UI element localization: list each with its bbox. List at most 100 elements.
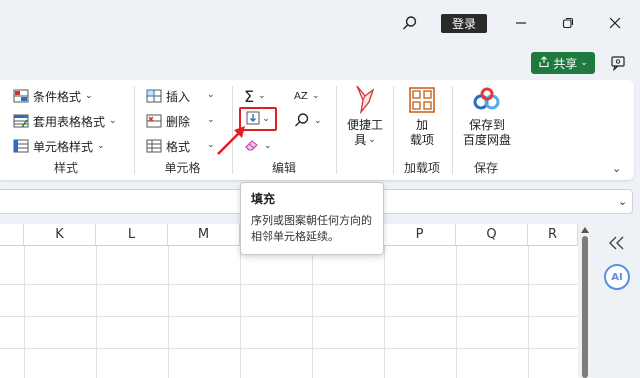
- tools-label-line1: 便捷工: [346, 118, 383, 132]
- group-divider: [134, 86, 135, 174]
- autosum-button[interactable]: Σ ⌄: [244, 86, 266, 106]
- column-header-k[interactable]: K: [24, 224, 96, 246]
- delete-cells-icon: [146, 114, 162, 128]
- group-divider: [452, 86, 453, 174]
- gridline: [456, 246, 457, 378]
- delete-button[interactable]: 删除: [146, 111, 190, 131]
- scroll-up-arrow-icon[interactable]: [580, 225, 590, 235]
- close-icon[interactable]: [604, 12, 626, 34]
- gridline: [24, 246, 25, 378]
- tooltip-body: 序列或图案朝任何方向的相邻单元格延续。: [251, 214, 372, 243]
- side-panel: AI: [596, 224, 640, 378]
- chevron-down-icon: ⌄: [262, 114, 270, 124]
- delete-label: 删除: [166, 114, 191, 129]
- login-button[interactable]: 登录: [441, 14, 487, 33]
- gridline: [312, 246, 313, 378]
- column-header-l[interactable]: L: [96, 224, 168, 246]
- scrollbar-thumb[interactable]: [582, 236, 588, 378]
- conditional-format-icon: [13, 89, 29, 103]
- addins-label-line2: 载项: [409, 133, 434, 147]
- save-group-label: 保存: [473, 161, 498, 175]
- chevron-down-icon: ⌄: [312, 91, 320, 101]
- cell-style-icon: [13, 139, 29, 153]
- chevron-down-icon: ⌄: [97, 141, 105, 151]
- format-button[interactable]: 格式: [146, 136, 190, 156]
- insert-label: 插入: [166, 89, 191, 104]
- styles-group-label: 样式: [53, 161, 78, 175]
- group-divider: [336, 86, 337, 174]
- gridline: [384, 246, 385, 378]
- addins-button[interactable]: 加 载项: [404, 86, 440, 148]
- sort-filter-icon: AZ: [294, 90, 308, 102]
- baidu-cloud-icon: [472, 86, 502, 118]
- column-header-partial[interactable]: [0, 224, 24, 246]
- cells-group-label: 单元格: [164, 161, 201, 175]
- editing-group-label: 编辑: [271, 161, 296, 175]
- conditional-format-button[interactable]: 条件格式 ⌄: [13, 86, 93, 106]
- formula-bar-expand-icon[interactable]: ⌄: [618, 195, 627, 208]
- gridline: [168, 246, 169, 378]
- gridline: [96, 246, 97, 378]
- table-format-label: 套用表格格式: [33, 114, 106, 129]
- autosum-icon: Σ: [244, 86, 255, 106]
- gridline: [0, 348, 578, 349]
- chevron-down-icon: ⌄: [258, 91, 266, 101]
- format-cells-icon: [146, 139, 162, 153]
- fill-tooltip: 填充 序列或图案朝任何方向的相邻单元格延续。: [240, 182, 384, 255]
- ribbon-collapse-chevron-icon[interactable]: ⌄: [612, 162, 621, 175]
- chevron-down-icon[interactable]: ⌄: [207, 90, 215, 100]
- comment-icon[interactable]: [607, 52, 629, 74]
- share-button[interactable]: 共享 ⌄: [531, 52, 595, 74]
- column-header-m[interactable]: M: [168, 224, 240, 246]
- table-format-icon: [13, 114, 29, 128]
- column-header-q[interactable]: Q: [456, 224, 528, 246]
- chevron-down-icon: ⌄: [264, 141, 272, 151]
- addins-group-label: 加载项: [403, 161, 440, 175]
- tools-label-line2: 具: [354, 133, 367, 147]
- chevron-down-icon: ⌄: [580, 58, 588, 68]
- collapse-panel-icon[interactable]: [608, 236, 626, 253]
- convenient-tools-button[interactable]: 便捷工 具 ⌄: [344, 84, 386, 148]
- cell-style-button[interactable]: 单元格样式 ⌄: [13, 136, 105, 156]
- gridline: [528, 246, 529, 378]
- table-format-button[interactable]: 套用表格格式 ⌄: [13, 111, 117, 131]
- format-label: 格式: [166, 139, 191, 154]
- save-group: 保存到 百度网盘 保存: [454, 80, 518, 180]
- find-icon: [294, 112, 310, 131]
- ai-label: AI: [611, 271, 623, 283]
- column-header-r[interactable]: R: [528, 224, 578, 246]
- tooltip-title: 填充: [251, 192, 276, 206]
- title-bar: 登录: [0, 0, 640, 46]
- restore-icon[interactable]: [557, 12, 579, 34]
- chevron-down-icon: ⌄: [368, 135, 376, 145]
- ai-assistant-icon[interactable]: AI: [604, 264, 630, 290]
- chevron-down-icon: ⌄: [85, 91, 93, 101]
- addins-group: 加 载项 加载项: [395, 80, 449, 180]
- save-label-line1: 保存到: [468, 118, 505, 132]
- chevron-down-icon: ⌄: [109, 116, 117, 126]
- save-to-baidu-button[interactable]: 保存到 百度网盘: [458, 86, 516, 148]
- group-divider: [393, 86, 394, 174]
- search-icon[interactable]: [399, 12, 421, 34]
- find-select-button[interactable]: ⌄: [294, 111, 322, 131]
- styles-group: 条件格式 ⌄ 套用表格格式 ⌄ 单元格样式 ⌄ 样式: [0, 80, 132, 180]
- sort-filter-button[interactable]: AZ ⌄: [294, 86, 320, 106]
- gridline: [240, 246, 241, 378]
- share-label: 共享: [553, 56, 578, 71]
- cell-style-label: 单元格样式: [33, 139, 94, 154]
- conditional-format-label: 条件格式: [33, 89, 82, 104]
- addins-grid-icon: [408, 86, 436, 118]
- save-label-line2: 百度网盘: [462, 133, 511, 147]
- gridline: [0, 284, 578, 285]
- chevron-down-icon: ⌄: [314, 116, 322, 126]
- insert-button[interactable]: 插入: [146, 86, 190, 106]
- ribbon: 条件格式 ⌄ 套用表格格式 ⌄ 单元格样式 ⌄ 样式 插入 ⌄ 删除 ⌄ 格式 …: [0, 80, 634, 180]
- share-icon: [538, 55, 550, 71]
- annotation-arrow-icon: [217, 126, 245, 155]
- addins-label-line1: 加: [415, 118, 428, 132]
- minimize-icon[interactable]: [510, 12, 532, 34]
- gridline: [0, 316, 578, 317]
- insert-cells-icon: [146, 89, 162, 103]
- column-header-p[interactable]: P: [384, 224, 456, 246]
- tools-bird-icon: [351, 84, 379, 118]
